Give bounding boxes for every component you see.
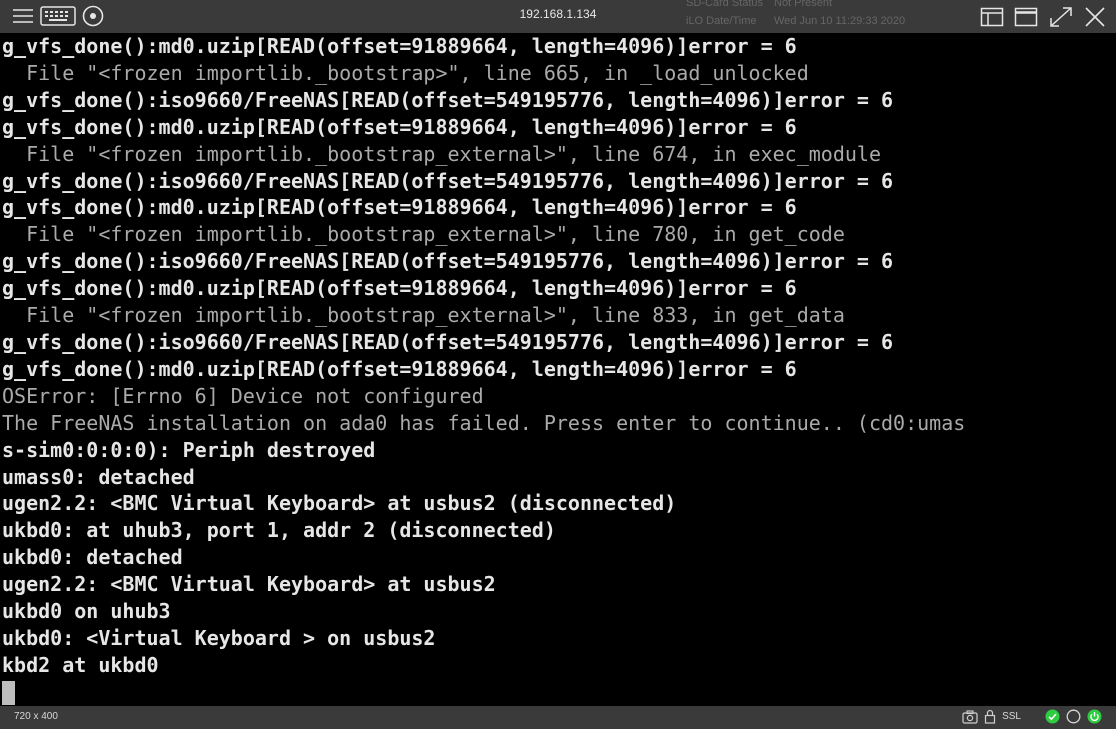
console-line: ukbd0: at uhub3, port 1, addr 2 (disconn…	[2, 518, 556, 543]
console-line: ukbd0: <Virtual Keyboard > on usbus2	[2, 625, 436, 650]
ssl-label: SSL	[1002, 711, 1021, 722]
console-line: g_vfs_done():md0.uzip[READ(offset=918896…	[2, 34, 797, 58]
title-bar: SD-Card Status Not Present iLO Date/Time W…	[0, 0, 1116, 33]
status-bar: 720 x 400 SSL	[0, 706, 1116, 729]
console-line: g_vfs_done():md0.uzip[READ(offset=918896…	[2, 195, 797, 220]
console-line: kbd2 at ukbd0	[2, 652, 159, 677]
console-line: ukbd0 on uhub3	[2, 599, 171, 624]
console-line: ugen2.2: <BMC Virtual Keyboard> at usbus…	[2, 491, 677, 516]
console-line: ugen2.2: <BMC Virtual Keyboard> at usbus…	[2, 572, 496, 597]
console-line: OSError: [Errno 6] Device not configured	[2, 383, 484, 408]
console-line: g_vfs_done():iso9660/FreeNAS[READ(offset…	[2, 249, 894, 274]
status-icons: SSL	[962, 709, 1102, 724]
console-line: g_vfs_done():md0.uzip[READ(offset=918896…	[2, 276, 797, 301]
window-title: 192.168.1.134	[519, 7, 597, 21]
status-green-power-icon	[1087, 709, 1102, 724]
console-line: umass0: detached	[2, 464, 195, 489]
console-output: g_vfs_done():md0.uzip[READ(offset=918896…	[0, 33, 1116, 706]
remote-console-screen[interactable]: g_vfs_done():md0.uzip[READ(offset=918896…	[0, 33, 1116, 706]
lock-icon	[984, 709, 996, 724]
console-line: g_vfs_done():iso9660/FreeNAS[READ(offset…	[2, 329, 894, 354]
fullscreen-icon[interactable]	[1048, 5, 1074, 29]
console-line: g_vfs_done():iso9660/FreeNAS[READ(offset…	[2, 87, 894, 112]
console-line: The FreeNAS installation on ada0 has fai…	[2, 410, 966, 435]
console-line: File "<frozen importlib._bootstrap_exter…	[2, 222, 845, 247]
console-line: g_vfs_done():iso9660/FreeNAS[READ(offset…	[2, 168, 894, 193]
toolbar-right	[980, 5, 1106, 29]
text-cursor	[2, 681, 15, 706]
status-empty-circle-icon	[1066, 709, 1081, 724]
close-icon[interactable]	[1084, 6, 1106, 28]
camera-icon[interactable]	[962, 709, 978, 724]
console-cursor	[2, 679, 1116, 706]
console-line: ukbd0: detached	[2, 545, 183, 570]
console-line: File "<frozen importlib._bootstrap_exter…	[2, 141, 881, 166]
layout-icon[interactable]	[980, 6, 1004, 28]
console-line: g_vfs_done():md0.uzip[READ(offset=918896…	[2, 356, 797, 381]
console-line: File "<frozen importlib._bootstrap>", li…	[2, 60, 809, 85]
resolution-label: 720 x 400	[14, 711, 58, 722]
window-icon[interactable]	[1014, 6, 1038, 28]
console-line: g_vfs_done():md0.uzip[READ(offset=918896…	[2, 114, 797, 139]
console-line: File "<frozen importlib._bootstrap_exter…	[2, 303, 845, 328]
console-line: s-sim0:0:0:0): Periph destroyed	[2, 437, 376, 462]
status-green-check-icon	[1045, 709, 1060, 724]
